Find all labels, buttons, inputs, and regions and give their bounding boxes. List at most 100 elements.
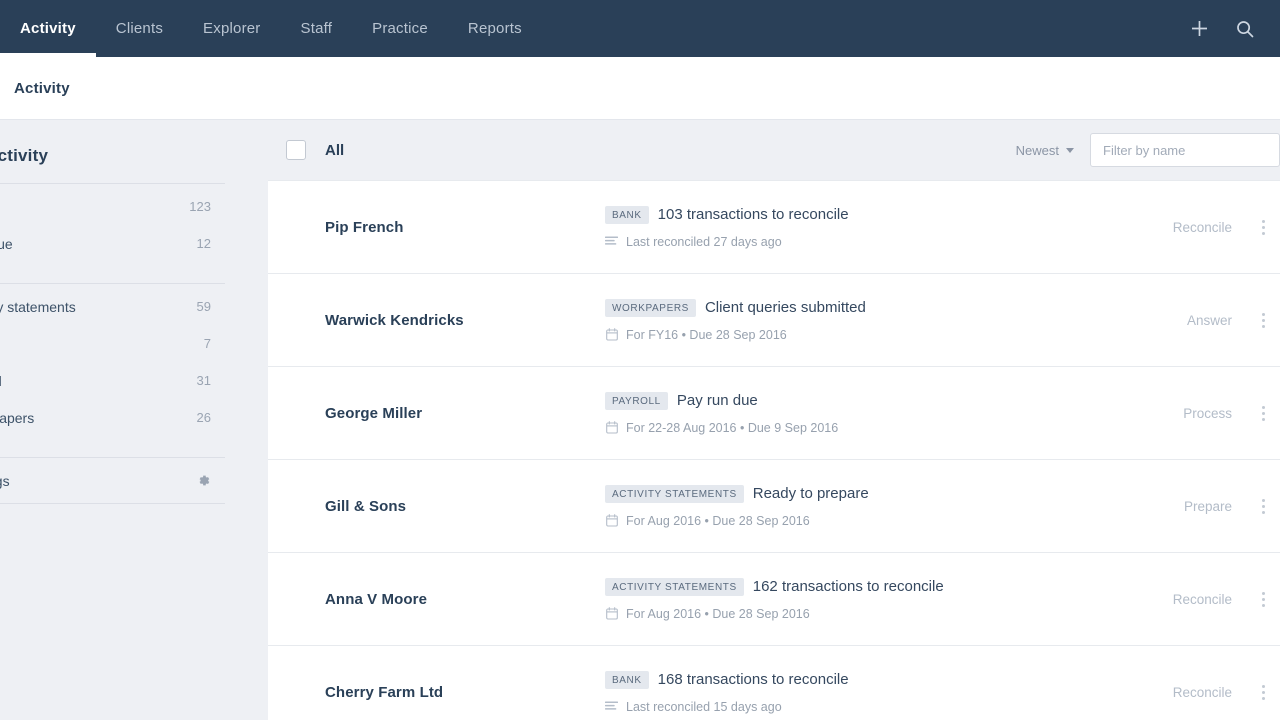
sidebar-item-label: Activity statements bbox=[0, 299, 197, 315]
row-action-link[interactable]: Reconcile bbox=[1116, 592, 1246, 607]
sidebar-item-bank[interactable]: Bank7 bbox=[0, 325, 225, 362]
activity-headline: Pay run due bbox=[677, 392, 758, 409]
row-action-link[interactable]: Process bbox=[1116, 406, 1246, 421]
nav-tab-reports[interactable]: Reports bbox=[448, 0, 542, 57]
activity-meta-row: Last reconciled 27 days ago bbox=[605, 235, 1116, 249]
status-badge: ACTIVITY STATEMENTS bbox=[605, 485, 744, 503]
sidebar-item-label: Overdue bbox=[0, 236, 197, 252]
calendar-icon bbox=[605, 421, 618, 434]
sidebar-item-workpapers[interactable]: Workpapers26 bbox=[0, 399, 225, 436]
table-row[interactable]: Anna V MooreACTIVITY STATEMENTS162 trans… bbox=[268, 553, 1280, 646]
table-row[interactable]: Gill & SonsACTIVITY STATEMENTSReady to p… bbox=[268, 460, 1280, 553]
list-toolbar: All Newest bbox=[268, 120, 1280, 180]
status-badge: BANK bbox=[605, 671, 649, 689]
search-icon[interactable] bbox=[1232, 16, 1258, 42]
table-row[interactable]: Pip FrenchBANK103 transactions to reconc… bbox=[268, 181, 1280, 274]
client-name[interactable]: Anna V Moore bbox=[325, 591, 605, 608]
sidebar: My activity All123Overdue12Activity stat… bbox=[0, 120, 268, 720]
gear-icon[interactable] bbox=[196, 473, 211, 488]
kebab-menu-icon[interactable] bbox=[1246, 406, 1280, 421]
select-all-label[interactable]: All bbox=[325, 142, 344, 159]
sidebar-item-label: All bbox=[0, 199, 189, 215]
row-action-link[interactable]: Answer bbox=[1116, 313, 1246, 328]
sidebar-item-count: 59 bbox=[197, 299, 211, 314]
nav-tab-staff[interactable]: Staff bbox=[281, 0, 353, 57]
sort-dropdown[interactable]: Newest bbox=[1016, 143, 1090, 158]
nav-tab-clients[interactable]: Clients bbox=[96, 0, 183, 57]
client-name[interactable]: Pip French bbox=[325, 219, 605, 236]
sidebar-item-label: Bank bbox=[0, 336, 204, 352]
table-row[interactable]: Cherry Farm LtdBANK 168 transactions to r… bbox=[268, 646, 1280, 720]
kebab-menu-icon[interactable] bbox=[1246, 685, 1280, 700]
activity-detail: WORKPAPERS Client queries submitted For FY… bbox=[605, 299, 1116, 342]
calendar-icon bbox=[605, 607, 618, 620]
client-name[interactable]: Warwick Kendricks bbox=[325, 312, 605, 329]
activity-headline: 103 transactions to reconcile bbox=[658, 206, 849, 223]
sidebar-group: Activity statements59Bank7Payroll31Workp… bbox=[0, 283, 225, 440]
breadcrumb-bar: Activity bbox=[0, 57, 1280, 120]
row-action-link[interactable]: Prepare bbox=[1116, 499, 1246, 514]
list-icon bbox=[605, 235, 618, 248]
activity-detail: BANK103 transactions to reconcile Last re… bbox=[605, 206, 1116, 249]
activity-headline-row: BANK 168 transactions to reconcile bbox=[605, 671, 1116, 689]
table-row[interactable]: Warwick KendricksWORKPAPERS Client querie… bbox=[268, 274, 1280, 367]
activity-meta-text: For FY16 • Due 28 Sep 2016 bbox=[626, 328, 787, 342]
activity-headline-row: ACTIVITY STATEMENTS162 transactions to r… bbox=[605, 578, 1116, 596]
activity-headline: Client queries submitted bbox=[705, 299, 866, 316]
client-name[interactable]: Cherry Farm Ltd bbox=[325, 684, 605, 701]
sidebar-item-label: Payroll bbox=[0, 373, 197, 389]
kebab-menu-icon[interactable] bbox=[1246, 313, 1280, 328]
sidebar-item-label: Settings bbox=[0, 473, 196, 489]
list-icon bbox=[605, 700, 618, 713]
activity-meta-row: For Aug 2016 • Due 28 Sep 2016 bbox=[605, 607, 1116, 621]
calendar-icon bbox=[605, 328, 618, 341]
activity-headline-row: PAYROLLPay run due bbox=[605, 392, 1116, 410]
kebab-menu-icon[interactable] bbox=[1246, 220, 1280, 235]
activity-detail: ACTIVITY STATEMENTSReady to prepare For A… bbox=[605, 485, 1116, 528]
page-title: Activity bbox=[14, 80, 70, 97]
row-action-link[interactable]: Reconcile bbox=[1116, 685, 1246, 700]
nav-tab-explorer[interactable]: Explorer bbox=[183, 0, 280, 57]
top-navigation-bar: ActivityClientsExplorerStaffPracticeRepo… bbox=[0, 0, 1280, 57]
sidebar-item-activity-statements[interactable]: Activity statements59 bbox=[0, 288, 225, 325]
activity-detail: ACTIVITY STATEMENTS162 transactions to r… bbox=[605, 578, 1116, 621]
table-row[interactable]: George MillerPAYROLLPay run due For 22-28… bbox=[268, 367, 1280, 460]
nav-tab-practice[interactable]: Practice bbox=[352, 0, 448, 57]
kebab-menu-icon[interactable] bbox=[1246, 499, 1280, 514]
client-name[interactable]: George Miller bbox=[325, 405, 605, 422]
activity-headline-row: WORKPAPERS Client queries submitted bbox=[605, 299, 1116, 317]
activity-meta-text: For Aug 2016 • Due 28 Sep 2016 bbox=[626, 607, 810, 621]
toolbar-right-controls: Newest bbox=[1016, 133, 1280, 167]
activity-meta-text: For 22-28 Aug 2016 • Due 9 Sep 2016 bbox=[626, 421, 838, 435]
row-action-link[interactable]: Reconcile bbox=[1116, 220, 1246, 235]
activity-headline-row: BANK103 transactions to reconcile bbox=[605, 206, 1116, 224]
sidebar-item-count: 26 bbox=[197, 410, 211, 425]
activity-meta-row: For Aug 2016 • Due 28 Sep 2016 bbox=[605, 514, 1116, 528]
activity-headline: 168 transactions to reconcile bbox=[658, 671, 849, 688]
activity-list: Pip FrenchBANK103 transactions to reconc… bbox=[268, 180, 1280, 720]
select-all-checkbox[interactable] bbox=[286, 140, 306, 160]
plus-icon[interactable] bbox=[1186, 16, 1212, 42]
filter-by-name-input[interactable] bbox=[1090, 133, 1280, 167]
sidebar-item-all[interactable]: All123 bbox=[0, 188, 225, 225]
kebab-menu-icon[interactable] bbox=[1246, 592, 1280, 607]
sort-dropdown-value: Newest bbox=[1016, 143, 1059, 158]
sidebar-item-count: 12 bbox=[197, 236, 211, 251]
activity-meta-text: Last reconciled 15 days ago bbox=[626, 700, 782, 714]
client-name[interactable]: Gill & Sons bbox=[325, 498, 605, 515]
sidebar-item-overdue[interactable]: Overdue12 bbox=[0, 225, 225, 262]
sidebar-item-settings[interactable]: Settings bbox=[0, 462, 225, 499]
nav-tab-list: ActivityClientsExplorerStaffPracticeRepo… bbox=[0, 0, 542, 57]
sidebar-group-list: All123Overdue12Activity statements59Bank… bbox=[0, 183, 225, 504]
nav-tab-activity[interactable]: Activity bbox=[0, 0, 96, 57]
sidebar-item-payroll[interactable]: Payroll31 bbox=[0, 362, 225, 399]
activity-meta-row: For FY16 • Due 28 Sep 2016 bbox=[605, 328, 1116, 342]
calendar-icon bbox=[605, 514, 618, 527]
sidebar-item-label: Workpapers bbox=[0, 410, 197, 426]
activity-headline-row: ACTIVITY STATEMENTSReady to prepare bbox=[605, 485, 1116, 503]
status-badge: WORKPAPERS bbox=[605, 299, 696, 317]
sidebar-item-count: 7 bbox=[204, 336, 211, 351]
activity-meta-text: Last reconciled 27 days ago bbox=[626, 235, 782, 249]
sidebar-group: All123Overdue12 bbox=[0, 183, 225, 266]
sidebar-title: My activity bbox=[0, 146, 225, 166]
